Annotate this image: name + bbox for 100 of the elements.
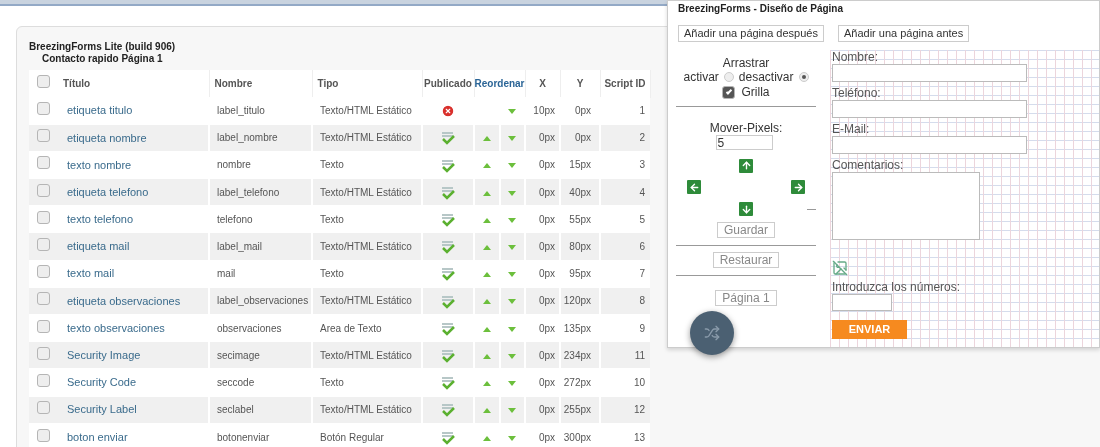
- move-down-icon[interactable]: [508, 353, 517, 359]
- element-title-link[interactable]: etiqueta telefono: [67, 185, 149, 198]
- checklist-icon[interactable]: [441, 321, 455, 336]
- row-checkbox[interactable]: [37, 210, 50, 224]
- checklist-icon[interactable]: [441, 430, 455, 445]
- move-up-icon[interactable]: [482, 272, 491, 278]
- element-title-link[interactable]: boton enviar: [67, 430, 128, 443]
- grid-checkbox[interactable]: [722, 85, 736, 99]
- checklist-icon[interactable]: [441, 131, 455, 146]
- column-header: X: [539, 77, 546, 89]
- move-down-icon[interactable]: [508, 435, 517, 441]
- radio-button[interactable]: [798, 72, 809, 82]
- element-title-link[interactable]: etiqueta titulo: [67, 104, 133, 117]
- move-up-icon[interactable]: [482, 217, 491, 223]
- move-up-icon[interactable]: [482, 136, 491, 142]
- checklist-icon[interactable]: [441, 348, 455, 363]
- page-button[interactable]: Página 1: [715, 290, 777, 306]
- element-title-link[interactable]: etiqueta mail: [67, 240, 130, 253]
- input-field[interactable]: [832, 100, 1027, 118]
- input-field[interactable]: [832, 64, 1027, 82]
- row-checkbox[interactable]: [37, 319, 50, 333]
- checklist-icon[interactable]: [441, 213, 455, 227]
- move-down-icon[interactable]: [508, 272, 517, 278]
- move-down-icon[interactable]: [508, 190, 517, 196]
- move-up-button[interactable]: [739, 158, 753, 173]
- unpublished-icon[interactable]: [441, 104, 455, 119]
- checklist-icon[interactable]: [441, 294, 455, 309]
- move-down-icon[interactable]: [508, 109, 517, 115]
- table-cell: 55px: [569, 213, 591, 225]
- move-right-button[interactable]: [791, 180, 805, 194]
- move-down-icon[interactable]: [508, 163, 517, 169]
- element-title-link[interactable]: Security Image: [67, 349, 141, 362]
- broken-image-icon: [832, 260, 848, 276]
- table-cell: telefono: [217, 213, 253, 225]
- element-title-link[interactable]: texto telefono: [67, 213, 134, 226]
- move-down-icon[interactable]: [508, 408, 517, 414]
- column-header: Script ID: [604, 77, 646, 89]
- column-header: Nombre: [214, 77, 253, 89]
- element-title-link[interactable]: etiqueta observaciones: [67, 294, 181, 307]
- move-down-icon[interactable]: [508, 217, 517, 223]
- move-up-icon[interactable]: [482, 408, 491, 414]
- restore-button[interactable]: Restaurar: [712, 252, 780, 268]
- checklist-icon[interactable]: [441, 403, 455, 418]
- row-checkbox[interactable]: [37, 102, 50, 116]
- checklist-icon[interactable]: [441, 376, 455, 391]
- move-up-icon[interactable]: [482, 245, 491, 251]
- add-page-button[interactable]: Añadir una página después: [678, 25, 824, 42]
- row-checkbox[interactable]: [37, 373, 50, 387]
- move-down-button[interactable]: [739, 202, 753, 216]
- field-label: Nombre:: [832, 50, 879, 64]
- element-title-link[interactable]: texto nombre: [67, 158, 132, 171]
- select-all-checkbox[interactable]: [37, 74, 50, 88]
- move-left-button[interactable]: [687, 180, 701, 194]
- table-cell: Texto: [320, 268, 344, 280]
- row-checkbox[interactable]: [37, 156, 50, 170]
- checklist-icon[interactable]: [441, 240, 455, 255]
- table-cell: Texto/HTML Estático: [320, 404, 412, 416]
- table-cell: mail: [217, 268, 236, 280]
- move-down-icon[interactable]: [508, 245, 517, 251]
- move-down-icon[interactable]: [508, 326, 517, 332]
- captcha-field[interactable]: [832, 294, 892, 311]
- row-checkbox[interactable]: [37, 292, 50, 306]
- table-cell: 3: [639, 159, 645, 171]
- row-checkbox[interactable]: [37, 129, 50, 143]
- move-up-icon[interactable]: [482, 380, 491, 386]
- element-title-link[interactable]: etiqueta nombre: [67, 131, 147, 144]
- row-checkbox[interactable]: [37, 238, 50, 252]
- move-down-icon[interactable]: [508, 380, 517, 386]
- element-title-link[interactable]: Security Code: [67, 376, 137, 389]
- move-up-icon[interactable]: [482, 326, 491, 332]
- input-field[interactable]: [832, 136, 1027, 154]
- element-title-link[interactable]: Security Label: [67, 403, 137, 416]
- element-title-link[interactable]: texto observaciones: [67, 321, 165, 334]
- text-area[interactable]: [832, 172, 980, 240]
- move-up-icon[interactable]: [482, 163, 491, 169]
- move-down-icon[interactable]: [508, 299, 517, 305]
- add-page-button[interactable]: Añadir una página antes: [837, 25, 970, 42]
- row-checkbox[interactable]: [37, 346, 50, 360]
- move-up-icon[interactable]: [482, 190, 491, 196]
- reorder-link[interactable]: Reordenar: [474, 77, 525, 89]
- table-cell: label_observaciones: [217, 295, 309, 307]
- row-checkbox[interactable]: [37, 428, 50, 442]
- table-cell: Texto: [320, 376, 344, 388]
- move-down-icon[interactable]: [508, 136, 517, 142]
- radio-button[interactable]: [723, 72, 734, 82]
- row-checkbox[interactable]: [37, 401, 50, 415]
- move-up-icon[interactable]: [482, 353, 491, 359]
- save-button[interactable]: Guardar: [717, 222, 775, 238]
- move-up-icon[interactable]: [482, 435, 491, 441]
- table-cell: 8: [639, 295, 645, 307]
- row-checkbox[interactable]: [37, 183, 50, 197]
- checklist-icon[interactable]: [441, 185, 455, 200]
- row-checkbox[interactable]: [37, 265, 50, 279]
- element-title-link[interactable]: texto mail: [67, 267, 115, 280]
- checklist-icon[interactable]: [441, 158, 455, 173]
- move-up-icon[interactable]: [482, 299, 491, 305]
- checklist-icon[interactable]: [441, 267, 455, 282]
- pixels-input[interactable]: 5: [715, 135, 773, 150]
- radio-label: activar: [683, 70, 719, 84]
- table-cell: Texto/HTML Estático: [320, 186, 412, 198]
